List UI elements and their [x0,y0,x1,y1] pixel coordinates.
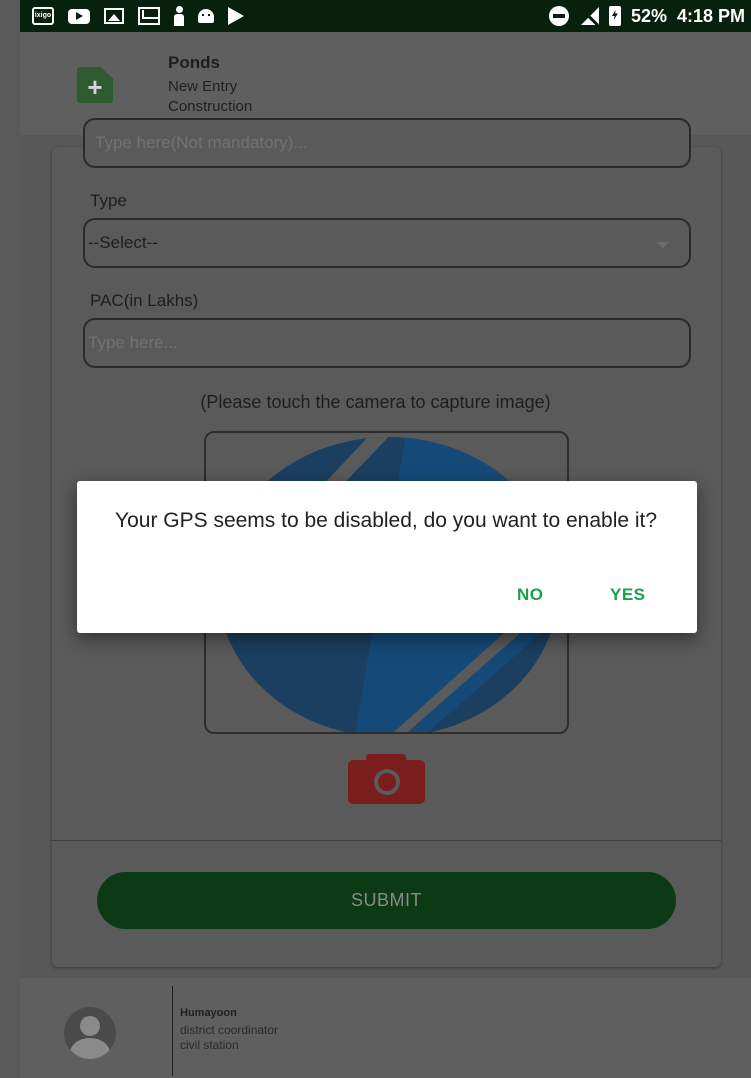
avatar [64,1007,116,1059]
status-bar: ixigo 52% 4:18 PM [20,0,751,32]
android-icon [198,9,214,23]
type-label: Type [90,191,127,210]
clock: 4:18 PM [676,5,745,26]
new-document-icon: + [77,67,113,103]
pac-label: PAC(in Lakhs) [90,291,199,310]
person-icon [174,6,184,26]
dropdown-arrow-icon [657,242,669,248]
type-selected-value: --Select-- [88,233,158,252]
user-name: Humayoon [180,1007,237,1019]
battery-charging-icon [608,6,621,26]
gmail-icon [138,7,160,25]
submit-button[interactable]: SUBMIT [97,872,676,929]
dialog-no-button[interactable]: NO [517,585,544,605]
type-select[interactable]: --Select-- [83,218,691,268]
user-role: district coordinator [180,1023,279,1037]
card-divider [52,840,721,841]
dialog-yes-button[interactable]: YES [610,585,646,605]
gallery-icon [104,8,124,24]
user-footer: Humayoon district coordinator civil stat… [20,978,751,1078]
remarks-input[interactable]: Type here(Not mandatory)... [83,118,691,168]
do-not-disturb-icon [548,6,569,26]
page-title: Ponds [168,53,220,72]
ixigo-icon: ixigo [32,7,54,25]
youtube-icon [68,8,90,24]
subtitle-entry: New Entry [168,78,238,95]
gps-dialog: Your GPS seems to be disabled, do you wa… [77,481,697,633]
camera-hint: (Please touch the camera to capture imag… [200,392,551,412]
page-subtitle: New Entry Construction [168,77,252,117]
footer-divider [172,986,173,1076]
remarks-placeholder: Type here(Not mandatory)... [95,133,308,152]
pac-placeholder: Type here... [88,333,178,352]
user-location: civil station [180,1038,239,1052]
no-signal-icon [579,7,599,25]
play-store-icon [228,7,244,25]
capture-camera-button[interactable] [348,754,425,804]
battery-percent: 52% [630,5,667,26]
system-icons: 52% 4:18 PM [548,4,745,28]
camera-icon [374,769,400,795]
dialog-message: Your GPS seems to be disabled, do you wa… [115,509,658,532]
subtitle-category: Construction [168,98,253,115]
notification-icons: ixigo [32,5,244,27]
pac-input[interactable]: Type here... [83,318,691,368]
